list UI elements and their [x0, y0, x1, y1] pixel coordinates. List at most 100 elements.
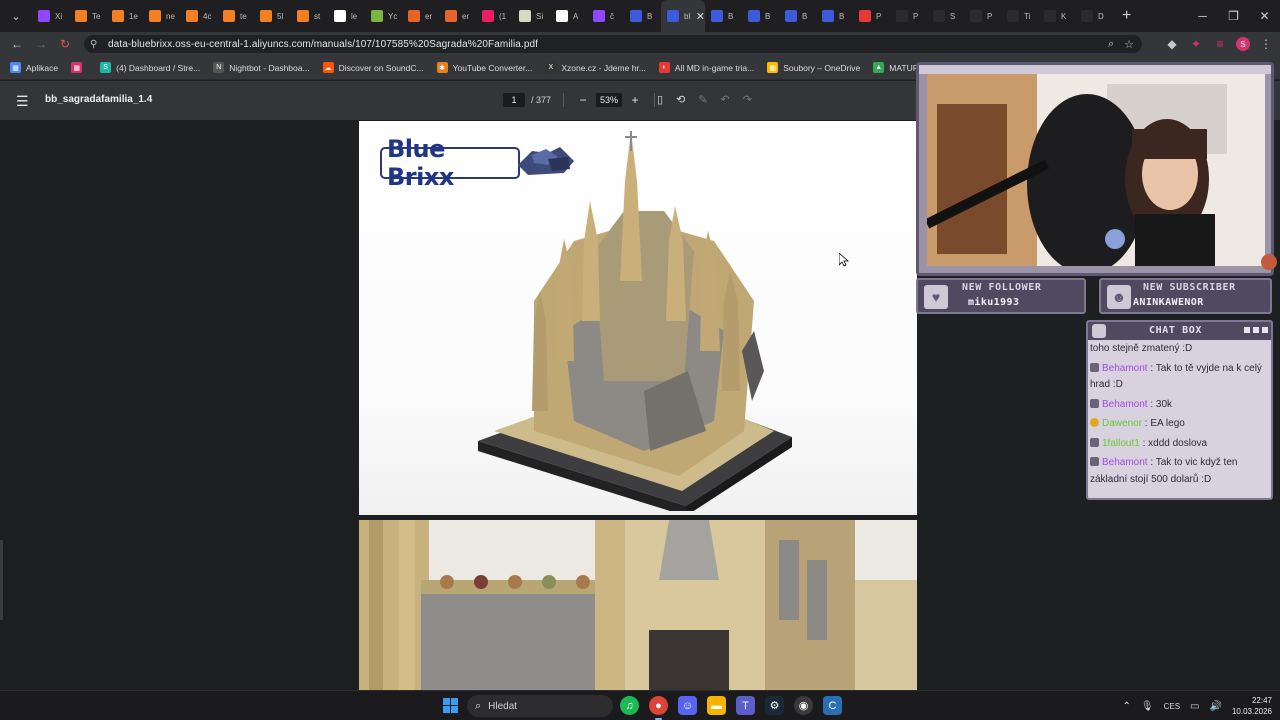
- app-icon[interactable]: C: [823, 696, 842, 715]
- browser-tab[interactable]: K: [1038, 0, 1075, 32]
- taskbar-search[interactable]: ⌕ Hledat: [467, 695, 613, 717]
- chrome-icon[interactable]: ●: [649, 696, 668, 720]
- zoom-in-icon[interactable]: +: [628, 93, 642, 107]
- browser-tab[interactable]: S: [927, 0, 964, 32]
- site-info-icon[interactable]: ⚲: [90, 39, 104, 50]
- tab-title: Te: [92, 11, 101, 21]
- chat-message: Behamont : Tak to tě vyjde na k celý hra…: [1090, 361, 1271, 394]
- display-icon[interactable]: ▭: [1190, 701, 1199, 712]
- maximize-icon[interactable]: ❐: [1218, 0, 1249, 32]
- browser-tab[interactable]: ne: [143, 0, 180, 32]
- browser-tab[interactable]: Gle: [328, 0, 365, 32]
- rotate-icon[interactable]: ⟲: [676, 93, 685, 106]
- browser-tab[interactable]: te: [217, 0, 254, 32]
- chat-text: : EA lego: [1142, 418, 1185, 429]
- fit-page-icon[interactable]: ▯: [657, 93, 663, 106]
- page-number-input[interactable]: 1: [503, 93, 525, 107]
- stream-alerts: ♥ NEW FOLLOWER miku1993 ☻ NEW SUBSCRIBER…: [916, 278, 1274, 316]
- bookmark-favicon-icon: ▲: [873, 62, 885, 73]
- profile-avatar[interactable]: S: [1236, 37, 1250, 51]
- browser-tab[interactable]: B: [779, 0, 816, 32]
- browser-tab[interactable]: Xi: [32, 0, 69, 32]
- back-icon[interactable]: ←: [5, 32, 29, 56]
- language-indicator[interactable]: CES: [1164, 702, 1180, 711]
- browser-tab[interactable]: B: [742, 0, 779, 32]
- bookmark-item[interactable]: ▦ Soubory – OneDrive: [767, 62, 860, 73]
- browser-tab[interactable]: er: [402, 0, 439, 32]
- zoom-out-icon[interactable]: −: [576, 93, 590, 107]
- annotate-icon[interactable]: ✎: [698, 93, 707, 106]
- browser-tab[interactable]: 1e: [106, 0, 143, 32]
- bookmark-item[interactable]: ☁ Discover on SoundC...: [322, 62, 424, 73]
- zoom-input[interactable]: 53%: [596, 93, 623, 107]
- browser-tab[interactable]: Si: [513, 0, 550, 32]
- volume-icon[interactable]: 🔊: [1210, 701, 1222, 712]
- bookmark-item[interactable]: ▦ Aplikace: [10, 62, 58, 73]
- bookmark-favicon-icon: ◐: [658, 62, 670, 73]
- pdf-tools: ▯ ⟲ ✎ ↶ ↷: [657, 93, 752, 106]
- bookmark-item[interactable]: ◐ All MD in-game tria...: [658, 62, 754, 73]
- undo-icon[interactable]: ↶: [721, 93, 730, 106]
- forward-icon[interactable]: →: [29, 32, 53, 56]
- address-bar[interactable]: ⚲ data-bluebrixx.oss-eu-central-1.aliyun…: [84, 35, 1142, 53]
- close-tab-icon[interactable]: ✕: [696, 10, 705, 23]
- browser-tab[interactable]: bl ✕: [661, 0, 705, 32]
- tab-search-dropdown[interactable]: ⌄: [0, 0, 32, 32]
- browser-tab[interactable]: P: [890, 0, 927, 32]
- browser-tab[interactable]: A: [550, 0, 587, 32]
- obs-icon[interactable]: ◉: [794, 696, 813, 715]
- browser-tab[interactable]: st: [291, 0, 328, 32]
- redo-icon[interactable]: ↷: [743, 93, 752, 106]
- bookmark-item[interactable]: S (4) Dashboard / Stre...: [100, 62, 200, 73]
- spotify-icon[interactable]: ♫: [620, 696, 639, 715]
- tab-title: st: [314, 11, 321, 21]
- bookmark-item[interactable]: ▦: [71, 62, 87, 73]
- steam-icon[interactable]: ⚙: [765, 696, 784, 715]
- browser-tab[interactable]: B: [816, 0, 853, 32]
- tab-title: S: [950, 11, 956, 21]
- reload-icon[interactable]: ↻: [53, 32, 77, 56]
- media-icon[interactable]: ≡: [1212, 37, 1228, 51]
- browser-tab[interactable]: P: [853, 0, 890, 32]
- browser-tab[interactable]: D: [1075, 0, 1112, 32]
- extension-icon[interactable]: ◆: [1164, 37, 1180, 51]
- browser-tab[interactable]: 5l: [254, 0, 291, 32]
- new-tab-button[interactable]: +: [1122, 7, 1131, 25]
- chat-username: Behamont: [1102, 362, 1148, 374]
- chat-messages: toho stejně zmatený :D Behamont : Tak to …: [1090, 341, 1271, 491]
- file-explorer-icon[interactable]: ▬: [707, 696, 726, 715]
- hamburger-menu-icon[interactable]: ☰: [16, 93, 32, 110]
- start-windows-icon[interactable]: [443, 698, 459, 714]
- pdf-page-1: Blue Brixx: [359, 121, 917, 515]
- browser-tab[interactable]: Ti: [1001, 0, 1038, 32]
- microphone-icon[interactable]: 🎙: [1141, 701, 1154, 712]
- browser-tab[interactable]: er: [439, 0, 476, 32]
- bookmark-item[interactable]: ✱ YouTube Converter...: [436, 62, 532, 73]
- tab-title: Yc: [388, 11, 398, 21]
- tab-title: B: [839, 11, 845, 21]
- teams-icon[interactable]: T: [736, 696, 755, 715]
- browser-tab[interactable]: č: [587, 0, 624, 32]
- browser-tab[interactable]: 4c: [180, 0, 217, 32]
- bookmark-star-icon[interactable]: ☆: [1124, 38, 1134, 51]
- clock[interactable]: 22:47 10.03.2026: [1232, 695, 1272, 717]
- tray-expand-icon[interactable]: ⌃: [1123, 701, 1131, 712]
- zoom-lens-icon[interactable]: ⌕: [1108, 38, 1114, 51]
- chat-message: Dawenor : EA lego: [1090, 416, 1271, 433]
- puzzle-icon[interactable]: ✦: [1188, 37, 1204, 51]
- browser-tab[interactable]: Yc: [365, 0, 402, 32]
- browser-tab[interactable]: (1: [476, 0, 513, 32]
- discord-icon[interactable]: ☺: [678, 696, 697, 715]
- bookmark-label: Nightbot - Dashboa...: [229, 62, 310, 73]
- browser-tab[interactable]: P: [964, 0, 1001, 32]
- browser-tab[interactable]: B: [624, 0, 661, 32]
- bookmark-item[interactable]: N Nightbot - Dashboa...: [213, 62, 310, 73]
- more-menu-icon[interactable]: ⋮: [1258, 37, 1274, 51]
- browser-tab[interactable]: B: [705, 0, 742, 32]
- browser-tab[interactable]: Te: [69, 0, 106, 32]
- bookmark-item[interactable]: X Xzone.cz - Jdeme hr...: [545, 62, 646, 73]
- minimize-icon[interactable]: ─: [1187, 0, 1218, 32]
- chat-username: 1fallout1: [1102, 437, 1140, 449]
- close-window-icon[interactable]: ✕: [1249, 0, 1280, 32]
- tab-title: K: [1061, 11, 1067, 21]
